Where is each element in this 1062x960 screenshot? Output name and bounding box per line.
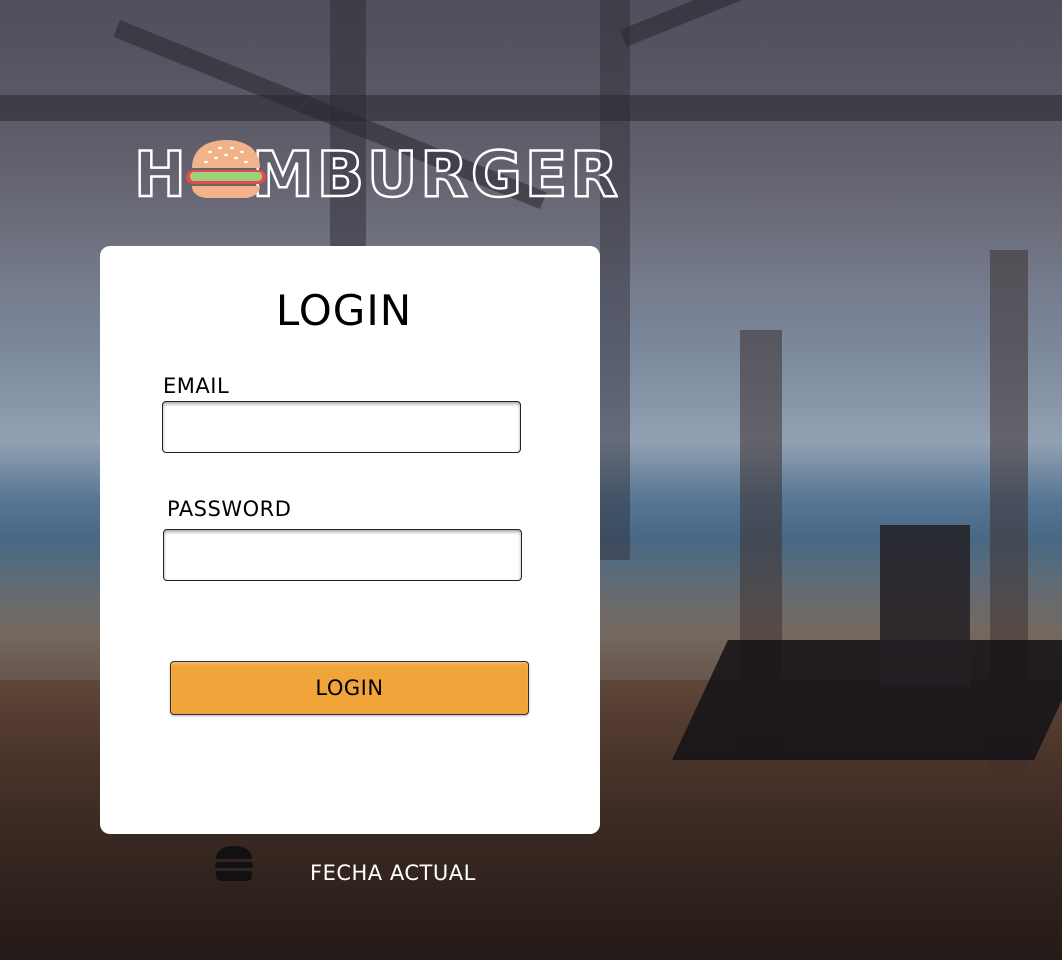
roof-post — [600, 0, 630, 560]
wooden-post — [880, 525, 970, 685]
hamburger-icon — [215, 846, 253, 881]
password-field[interactable] — [163, 529, 522, 581]
login-button[interactable]: LOGIN — [170, 661, 529, 715]
table — [672, 640, 1062, 760]
current-date-label: FECHA ACTUAL — [310, 861, 476, 885]
login-title: LOGIN — [275, 286, 413, 335]
roof-beam — [620, 0, 1054, 47]
email-field[interactable] — [162, 401, 521, 453]
password-label: PASSWORD — [167, 497, 292, 521]
hamburger-icon — [186, 140, 266, 198]
svg-text:MBURGER: MBURGER — [252, 138, 618, 202]
svg-text:H: H — [134, 138, 189, 202]
email-label: EMAIL — [163, 374, 230, 398]
brand-logo: H MBURGER — [134, 138, 618, 202]
roof-beam — [0, 95, 1062, 121]
